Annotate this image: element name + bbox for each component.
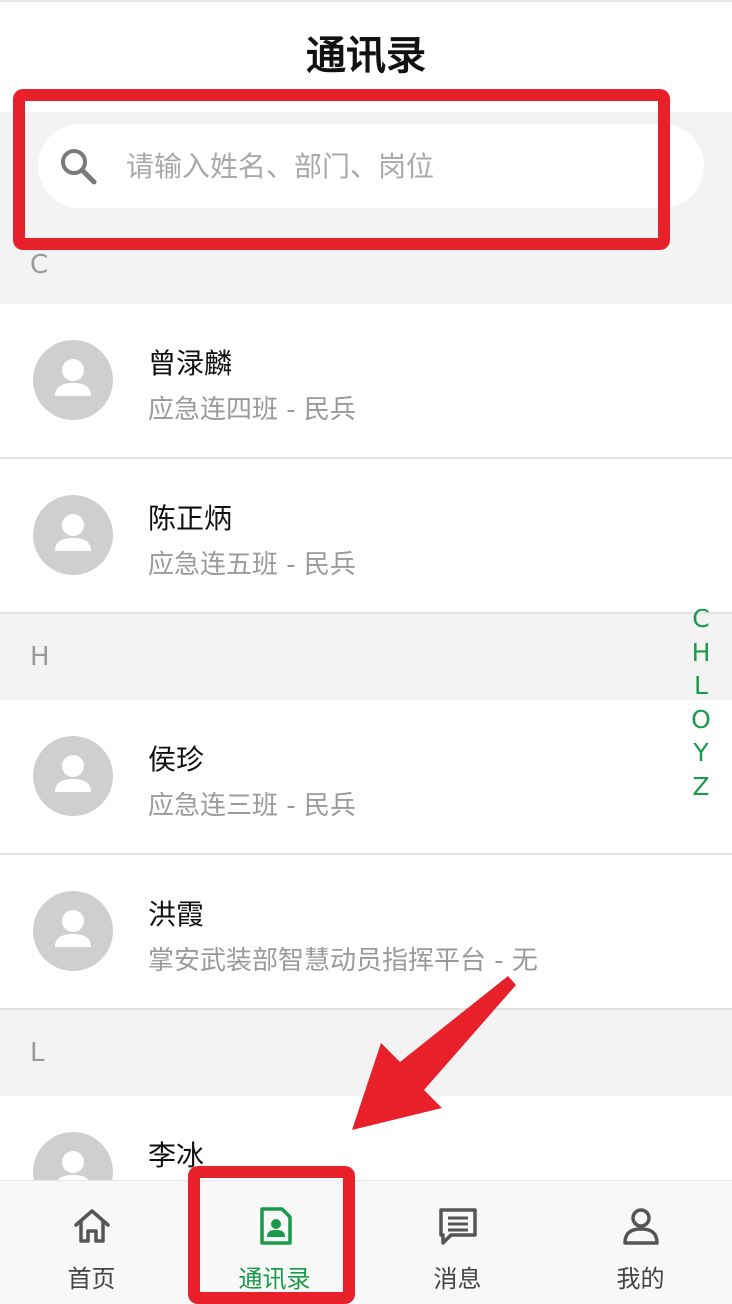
contact-row[interactable]: 侯珍 应急连三班 - 民兵 <box>0 700 732 855</box>
contact-department: 应急连三班 - 民兵 <box>148 791 356 821</box>
contact-row[interactable]: 洪霞 掌安武装部智慧动员指挥平台 - 无 <box>0 855 732 1010</box>
contact-row[interactable]: 李冰 <box>0 1096 732 1180</box>
avatar <box>33 495 113 575</box>
contacts-tab-highlight-frame <box>188 1166 355 1304</box>
page-title: 通讯录 <box>306 33 426 79</box>
person-avatar-icon <box>55 910 91 947</box>
contact-list[interactable]: C 曾渌麟 应急连四班 - 民兵 陈正炳 应急连五班 - 民兵 H 侯珍 应急连… <box>0 250 732 1180</box>
avatar <box>33 340 113 420</box>
tab-label: 消息 <box>433 1265 482 1293</box>
person-avatar-icon <box>57 1151 89 1180</box>
search-highlight-frame <box>13 89 670 250</box>
index-letter[interactable]: H <box>690 636 712 670</box>
index-letter[interactable]: C <box>690 602 712 636</box>
home-icon <box>74 1209 110 1243</box>
section-header-h: H <box>0 614 732 700</box>
contact-name: 曾渌麟 <box>148 347 233 380</box>
index-letter[interactable]: O <box>690 703 712 737</box>
index-letter[interactable]: Z <box>690 770 712 804</box>
contact-row[interactable]: 陈正炳 应急连五班 - 民兵 <box>0 459 732 614</box>
tab-messages[interactable]: 消息 <box>366 1181 549 1304</box>
tab-profile[interactable]: 我的 <box>549 1181 732 1304</box>
bottom-tab-bar: 首页 通讯录 消息 我的 <box>0 1180 732 1304</box>
message-icon <box>439 1208 477 1245</box>
contact-row[interactable]: 曾渌麟 应急连四班 - 民兵 <box>0 304 732 459</box>
index-letter[interactable]: L <box>690 669 712 703</box>
person-avatar-icon <box>55 755 91 792</box>
contact-name: 陈正炳 <box>148 502 233 535</box>
alphabet-index-bar[interactable]: C H L O Y Z <box>690 602 712 804</box>
index-letter[interactable]: Y <box>690 736 712 770</box>
section-header-c: C <box>0 250 732 304</box>
contact-name: 侯珍 <box>148 743 205 776</box>
contact-department: 应急连五班 - 民兵 <box>148 550 356 580</box>
top-divider <box>0 0 732 2</box>
contact-department: 应急连四班 - 民兵 <box>148 395 356 425</box>
person-avatar-icon <box>55 359 91 396</box>
contact-name: 洪霞 <box>148 898 205 931</box>
avatar <box>33 736 113 816</box>
avatar <box>33 891 113 971</box>
section-header-l: L <box>0 1010 732 1096</box>
tab-label: 我的 <box>616 1265 665 1293</box>
person-avatar-icon <box>55 514 91 551</box>
tab-label: 首页 <box>67 1265 116 1293</box>
tab-home[interactable]: 首页 <box>0 1181 183 1304</box>
user-icon <box>623 1208 659 1245</box>
avatar <box>33 1132 113 1180</box>
contact-department: 掌安武装部智慧动员指挥平台 - 无 <box>148 946 538 976</box>
